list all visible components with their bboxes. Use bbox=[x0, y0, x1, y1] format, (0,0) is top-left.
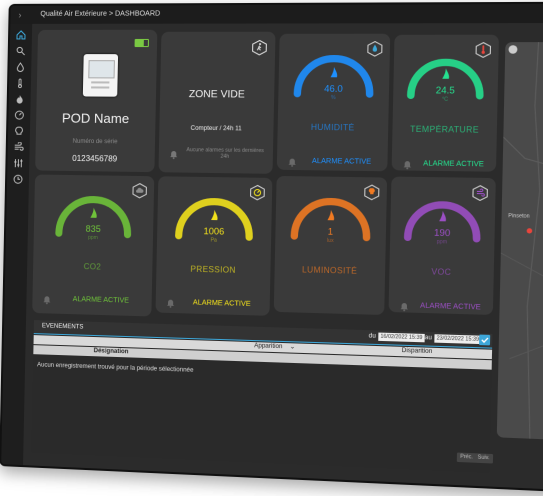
flame-icon bbox=[90, 208, 97, 218]
to-label: au bbox=[425, 332, 433, 346]
flame-icon bbox=[442, 68, 449, 79]
gauge-value: 46.0 bbox=[278, 83, 389, 94]
bell-icon bbox=[166, 299, 175, 308]
chevron-right-icon[interactable]: › bbox=[18, 6, 21, 24]
alarm-status: ALARME ACTIVE bbox=[178, 299, 265, 309]
alarm-status: ALARME ACTIVE bbox=[300, 158, 383, 166]
clock-icon[interactable] bbox=[13, 174, 23, 184]
to-date-input[interactable]: 23/02/2022 15:39 bbox=[434, 334, 481, 344]
breadcrumb: Qualité Air Extérieure > DASHBOARD bbox=[40, 5, 160, 24]
bell-icon bbox=[399, 302, 409, 312]
map-roads bbox=[497, 42, 543, 440]
zone-counter: Compteur / 24h 11 bbox=[159, 125, 273, 132]
dashboard-screen: › Qualité Air Extérieure > DASHBOARD bbox=[0, 2, 543, 492]
serial-label: Numéro de série bbox=[36, 138, 155, 145]
alarm-status: ALARME ACTIVE bbox=[412, 302, 488, 311]
monitor: › Qualité Air Extérieure > DASHBOARD bbox=[0, 0, 543, 496]
calendar-icon[interactable] bbox=[479, 335, 490, 346]
search-icon[interactable] bbox=[16, 46, 26, 56]
serial-number: 0123456789 bbox=[35, 153, 154, 164]
from-date-input[interactable]: 16/02/2022 15:39 bbox=[378, 333, 424, 343]
flame-icon bbox=[211, 210, 218, 220]
events-empty-message: Aucun enregistrement trouvé pour la péri… bbox=[37, 362, 194, 374]
co2-card: 835ppmCO2ALARME ACTIVE bbox=[32, 174, 154, 316]
alarm-status: ALARME ACTIVE bbox=[54, 296, 147, 306]
col-disappearance[interactable]: Disparition bbox=[402, 348, 433, 355]
thermometer-icon[interactable] bbox=[15, 78, 25, 88]
pod-device-image bbox=[83, 54, 118, 97]
map-panel[interactable]: Pinseton bbox=[497, 42, 543, 440]
droplet-icon[interactable] bbox=[15, 62, 25, 72]
top-bar: › Qualité Air Extérieure > DASHBOARD bbox=[10, 4, 543, 24]
events-panel: EVENEMENTS du 16/02/2022 15:39 au 23/02/… bbox=[31, 320, 492, 473]
flame-icon bbox=[327, 210, 334, 220]
flame-icon bbox=[331, 67, 338, 77]
walking-person-icon bbox=[252, 40, 267, 55]
gauge-arc bbox=[157, 176, 273, 260]
bell-icon bbox=[402, 160, 412, 170]
battery-icon bbox=[135, 39, 149, 47]
home-icon[interactable] bbox=[16, 30, 26, 40]
map-place-label: Pinseton bbox=[508, 213, 530, 220]
bell-icon bbox=[287, 158, 297, 167]
humidity-card: 46.0% HUMIDITÉ ALARME ACTIVE bbox=[277, 34, 390, 172]
gauge-label: CO2 bbox=[33, 261, 152, 273]
gauge-unit: °C bbox=[393, 96, 498, 103]
events-title: EVENEMENTS bbox=[42, 320, 84, 334]
flame-icon[interactable] bbox=[15, 94, 25, 104]
alarm-status: ALARME ACTIVE bbox=[415, 160, 491, 168]
sort-icon[interactable]: ⌄ bbox=[290, 343, 295, 350]
gauge-label: VOC bbox=[389, 266, 494, 278]
bell-icon bbox=[169, 150, 178, 159]
gauge-label: HUMIDITÉ bbox=[278, 122, 389, 132]
voc-card: 190ppmVOCALARME ACTIVE bbox=[389, 177, 496, 315]
lightbulb-icon[interactable] bbox=[14, 126, 24, 136]
gauge-arc bbox=[278, 34, 390, 117]
pressure-card: 1006PaPRESSIONALARME ACTIVE bbox=[156, 176, 273, 316]
gauge-icon[interactable] bbox=[14, 110, 24, 120]
gauge-arc bbox=[33, 174, 154, 257]
flame-icon bbox=[439, 211, 446, 222]
gauge-label: PRESSION bbox=[156, 264, 270, 276]
pod-name: POD Name bbox=[36, 110, 156, 126]
sliders-icon[interactable] bbox=[13, 158, 23, 168]
next-button[interactable]: Suiv. bbox=[474, 453, 493, 463]
col-designation[interactable]: Désignation bbox=[94, 348, 129, 355]
map-marker-icon[interactable] bbox=[527, 228, 533, 233]
gauge-value: 24.5 bbox=[393, 85, 498, 96]
gauge-unit: % bbox=[278, 95, 389, 102]
gauge-label: LUMINOSITÉ bbox=[275, 265, 386, 277]
gauge-arc bbox=[275, 176, 387, 261]
wind-icon[interactable] bbox=[14, 142, 24, 152]
gauge-label: TEMPÉRATURE bbox=[392, 124, 497, 134]
sidebar bbox=[1, 24, 32, 465]
gauge-arc bbox=[393, 35, 499, 119]
col-appearance[interactable]: Apparition bbox=[254, 343, 282, 350]
zone-no-alarm: Aucune alarmes sur les dernières 24h bbox=[183, 147, 266, 160]
temperature-card: 24.5°C TEMPÉRATURE ALARME ACTIVE bbox=[392, 35, 499, 172]
from-label: du bbox=[369, 330, 376, 344]
luminosity-card: 1luxLUMINOSITÉ bbox=[274, 176, 387, 315]
zone-title: ZONE VIDE bbox=[160, 89, 274, 101]
bell-icon bbox=[42, 295, 51, 304]
zone-card: ZONE VIDE Compteur / 24h 11 Aucune alarm… bbox=[158, 32, 275, 174]
gauge-value: 190 bbox=[390, 227, 495, 240]
gauge-arc bbox=[390, 177, 496, 263]
pod-card: POD Name Numéro de série 0123456789 bbox=[35, 30, 157, 172]
